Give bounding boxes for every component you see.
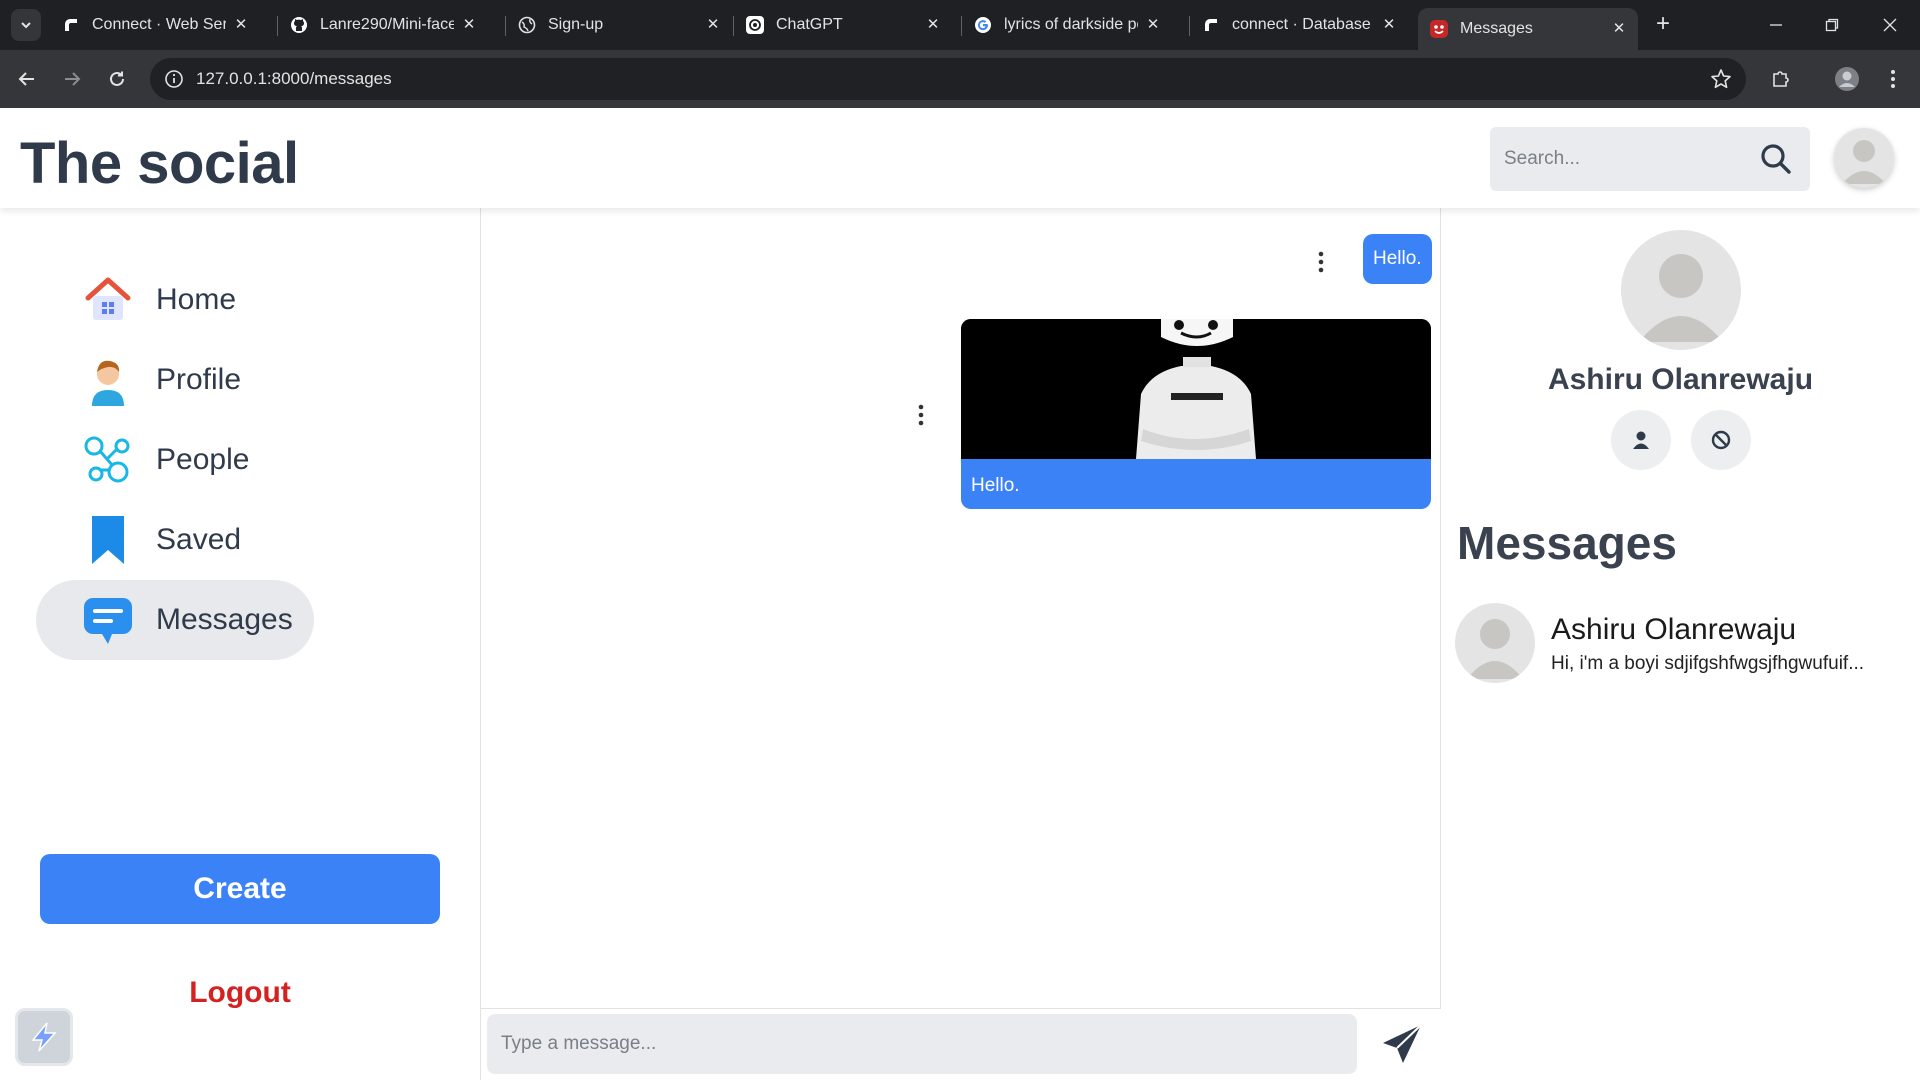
messages-heading: Messages [1457, 517, 1677, 569]
right-panel: Ashiru Olanrewaju Messages Ashiru Olanre… [1441, 208, 1920, 1080]
address-bar[interactable]: 127.0.0.1:8000/messages [150, 58, 1746, 100]
message-options-icon[interactable] [1311, 249, 1331, 275]
image-caption: Hello. [971, 475, 1020, 496]
sidebar-item-label: People [156, 443, 250, 476]
conversation-preview: Hi, i'm a boyi sdjifgshfwgsjfhgwufuif... [1551, 653, 1865, 674]
close-tab-icon[interactable]: ✕ [1610, 20, 1628, 38]
sidebar-item-label: Messages [156, 603, 293, 636]
conversation-avatar [1455, 603, 1535, 683]
close-tab-icon[interactable]: ✕ [460, 16, 478, 34]
floating-app-button[interactable] [15, 1008, 73, 1066]
forward-button[interactable] [57, 64, 87, 94]
contact-name: Ashiru Olanrewaju [1547, 363, 1814, 396]
message-options-icon[interactable] [911, 402, 931, 428]
app-logo[interactable]: The social [20, 130, 299, 197]
minimize-button[interactable] [1756, 10, 1796, 40]
app-icon [1430, 20, 1448, 38]
google-icon [974, 16, 992, 34]
chevron-down-icon [21, 22, 31, 29]
globe-icon [518, 16, 536, 34]
user-icon [1633, 431, 1649, 449]
github-icon [290, 16, 308, 34]
sidebar-item-label: Home [156, 283, 237, 316]
browser-tab[interactable]: lyrics of darkside pol ✕ [962, 8, 1172, 42]
contact-avatar[interactable] [1621, 230, 1741, 350]
sidebar-item-messages[interactable]: Messages [36, 580, 314, 660]
close-tab-icon[interactable]: ✕ [1380, 16, 1398, 34]
browser-tab[interactable]: Sign-up ✕ [506, 8, 732, 42]
arrow-right-icon [65, 72, 81, 86]
render-icon [1202, 16, 1220, 34]
chat-panel: Hello. Hello. [481, 208, 1441, 1080]
block-icon [1711, 430, 1731, 450]
reload-icon [110, 71, 124, 86]
search-input[interactable] [1504, 145, 1744, 173]
lightning-icon [31, 1022, 57, 1052]
conversation-name: Ashiru Olanrewaju [1551, 613, 1797, 646]
home-icon [85, 277, 131, 320]
conversation-item[interactable]: Ashiru Olanrewaju Hi, i'm a boyi sdjifgs… [1455, 603, 1915, 687]
restore-button[interactable] [1812, 10, 1852, 40]
bookmark-icon [92, 516, 124, 564]
browser-tab[interactable]: Connect · Web Servic ✕ [50, 8, 260, 42]
arrow-left-icon [18, 72, 34, 86]
browser-tab[interactable]: connect · Database ✕ [1190, 8, 1408, 42]
close-tab-icon[interactable]: ✕ [1144, 16, 1162, 34]
browser-menu-button[interactable] [1878, 64, 1908, 94]
message-image[interactable] [961, 319, 1431, 459]
message-input[interactable] [487, 1014, 1357, 1074]
more-vertical-icon [1891, 70, 1895, 88]
block-user-button[interactable] [1691, 410, 1751, 470]
back-button[interactable] [12, 64, 42, 94]
close-tab-icon[interactable]: ✕ [704, 16, 722, 34]
extensions-button[interactable] [1766, 64, 1796, 94]
new-tab-button[interactable]: + [1650, 12, 1676, 38]
close-icon [1883, 18, 1897, 32]
left-sidebar: Home Profile People Saved Messages Creat… [0, 208, 481, 1080]
user-avatar[interactable] [1834, 128, 1894, 188]
default-avatar-icon [1842, 140, 1886, 184]
view-profile-button[interactable] [1611, 410, 1671, 470]
sidebar-item-label: Saved [156, 523, 242, 556]
puzzle-icon [1773, 71, 1789, 87]
sidebar-item-saved[interactable]: Saved [36, 500, 314, 580]
minimize-icon [1770, 24, 1782, 26]
sidebar-item-home[interactable]: Home [36, 260, 314, 340]
create-button[interactable]: Create [40, 854, 440, 924]
site-info-icon[interactable] [164, 69, 184, 89]
search-box[interactable] [1490, 127, 1810, 191]
message-composer [481, 1008, 1441, 1080]
image-message-bubble[interactable]: Hello. [961, 319, 1431, 509]
send-icon[interactable] [1381, 1023, 1423, 1065]
close-tab-icon[interactable]: ✕ [232, 16, 250, 34]
people-icon [84, 436, 130, 483]
tab-search-button[interactable] [11, 9, 41, 41]
close-tab-icon[interactable]: ✕ [924, 16, 942, 34]
default-avatar-icon [1467, 619, 1523, 679]
close-window-button[interactable] [1870, 10, 1910, 40]
url-text[interactable]: 127.0.0.1:8000/messages [196, 69, 392, 89]
default-avatar-icon [1639, 254, 1723, 342]
message-bubble[interactable]: Hello. [1363, 234, 1432, 284]
browser-tab-strip: Connect · Web Servic ✕ Lanre290/Mini-fac… [0, 0, 1920, 50]
reload-button[interactable] [102, 64, 132, 94]
logout-link[interactable]: Logout [40, 976, 440, 1010]
render-icon [62, 16, 80, 34]
browser-tab[interactable]: Lanre290/Mini-faceb ✕ [278, 8, 488, 42]
bookmark-star-icon[interactable] [1710, 68, 1732, 90]
app-header: The social [0, 108, 1920, 208]
sidebar-item-people[interactable]: People [36, 420, 314, 500]
messages-icon [84, 598, 132, 644]
sidebar-item-label: Profile [156, 363, 242, 396]
profile-icon [92, 360, 124, 406]
sidebar-item-profile[interactable]: Profile [36, 340, 314, 420]
user-avatar-icon [1835, 67, 1859, 91]
browser-toolbar: 127.0.0.1:8000/messages [0, 50, 1920, 108]
search-icon[interactable] [1760, 143, 1792, 175]
browser-tab-active[interactable]: Messages ✕ [1418, 8, 1638, 50]
profile-avatar-button[interactable] [1832, 64, 1862, 94]
browser-tab[interactable]: ChatGPT ✕ [734, 8, 952, 42]
restore-icon [1825, 18, 1839, 32]
chatgpt-icon [746, 16, 764, 34]
